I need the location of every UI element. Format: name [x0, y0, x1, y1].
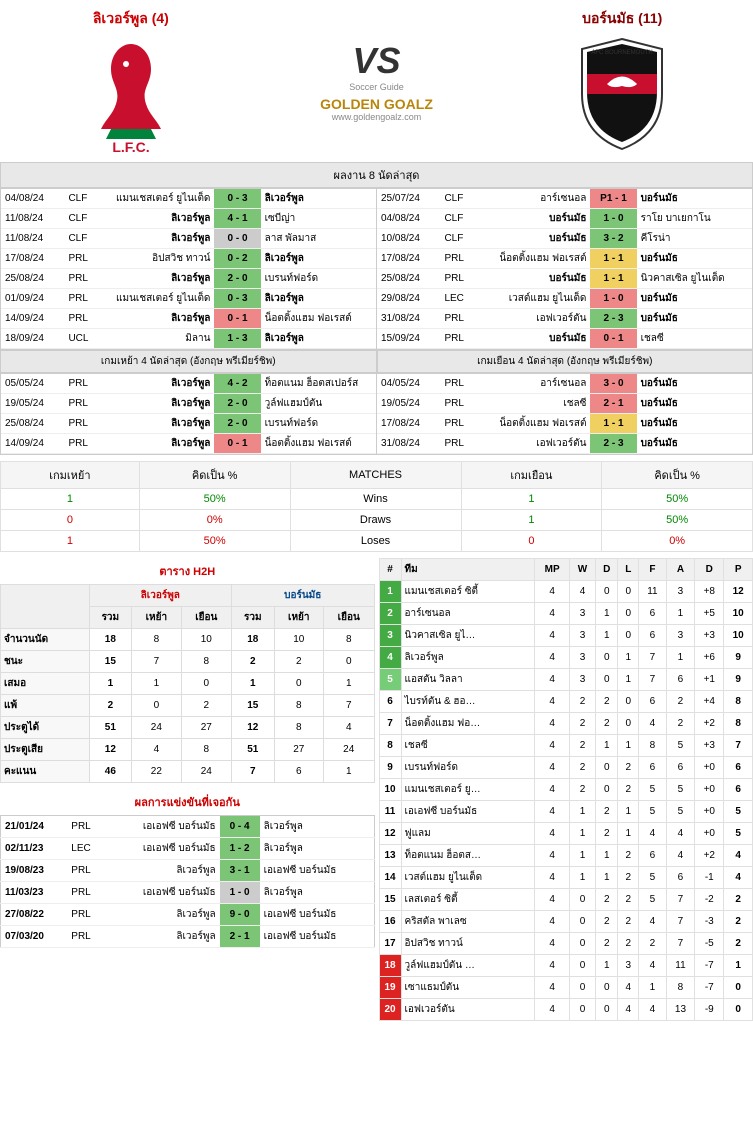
- last8-away-table: 25/07/24CLFอาร์เซนอลP1 - 1บอร์นมัธ04/08/…: [377, 189, 752, 349]
- home-team-logo: L.F.C.: [81, 34, 181, 154]
- result-row: 29/08/24LECเวสต์แฮม ยูไนเต็ด1 - 0บอร์นมั…: [377, 289, 752, 309]
- result-row: 01/09/24PRLแมนเชสเตอร์ ยูไนเต็ด0 - 3ลิเว…: [1, 289, 376, 309]
- result-row: 10/08/24CLFบอร์นมัธ3 - 2คีโรน่า: [377, 229, 752, 249]
- result-row: 04/08/24CLFบอร์นมัธ1 - 0ราโย บาเยกาโน: [377, 209, 752, 229]
- home4-title: เกมเหย้า 4 นัดล่าสุด (อังกฤษ พรีเมียร์ชิ…: [0, 350, 377, 373]
- away-team-logo: AFC BOURNEMOUTH: [572, 34, 672, 154]
- result-row: 14/09/24PRLลิเวอร์พูล0 - 1น็อตติ้งแฮม ฟอ…: [1, 434, 376, 454]
- result-row: 25/08/24PRLลิเวอร์พูล2 - 0เบรนท์ฟอร์ด: [1, 269, 376, 289]
- result-row: 19/05/24PRLลิเวอร์พูล2 - 0วูล์ฟแฮมป์ตัน: [1, 394, 376, 414]
- away-team-block: บอร์นมัธ (11) AFC BOURNEMOUTH: [499, 8, 745, 154]
- last8-wrap: 04/08/24CLFแมนเชสเตอร์ ยูไนเต็ด0 - 3ลิเว…: [0, 188, 753, 350]
- result-row: 19/05/24PRLเชลซี2 - 1บอร์นมัธ: [377, 394, 752, 414]
- svg-text:AFC BOURNEMOUTH: AFC BOURNEMOUTH: [592, 50, 653, 56]
- svg-text:L.F.C.: L.F.C.: [112, 139, 149, 154]
- h2h-title: ตาราง H2H: [0, 558, 375, 584]
- site-url: www.goldengoalz.com: [254, 112, 500, 122]
- result-row: 25/07/24CLFอาร์เซนอลP1 - 1บอร์นมัธ: [377, 189, 752, 209]
- home-team-block: ลิเวอร์พูล (4) L.F.C.: [8, 8, 254, 154]
- center-vs-block: VS Soccer Guide GOLDEN GOALZ www.goldeng…: [254, 40, 500, 122]
- site-sub: Soccer Guide: [254, 82, 500, 92]
- home-team-name: ลิเวอร์พูล (4): [8, 8, 254, 30]
- right-column: #ทีมMPWDLFADP1แมนเชสเตอร์ ซิตี้4400113+8…: [379, 558, 753, 1021]
- result-row: 14/09/24PRLลิเวอร์พูล0 - 1น็อตติ้งแฮม ฟอ…: [1, 309, 376, 329]
- result-row: 31/08/24PRLเอฟเวอร์ตัน2 - 3บอร์นมัธ: [377, 434, 752, 454]
- h2h-table: ลิเวอร์พูลบอร์นมัธรวมเหย้าเยือนรวมเหย้าเ…: [0, 584, 375, 783]
- result-row: 17/08/24PRLน็อตติ้งแฮม ฟอเรสต์1 - 1บอร์น…: [377, 414, 752, 434]
- away4-table: 04/05/24PRLอาร์เซนอล3 - 0บอร์นมัธ19/05/2…: [377, 374, 752, 454]
- away4-title: เกมเยือน 4 นัดล่าสุด (อังกฤษ พรีเมียร์ชิ…: [377, 350, 753, 373]
- result-row: 04/08/24CLFแมนเชสเตอร์ ยูไนเต็ด0 - 3ลิเว…: [1, 189, 376, 209]
- last4-titles: เกมเหย้า 4 นัดล่าสุด (อังกฤษ พรีเมียร์ชิ…: [0, 350, 753, 373]
- result-row: 04/05/24PRLอาร์เซนอล3 - 0บอร์นมัธ: [377, 374, 752, 394]
- encounters-table: 21/01/24PRLเอเอฟซี บอร์นมัธ0 - 4ลิเวอร์พ…: [0, 815, 375, 948]
- result-row: 05/05/24PRLลิเวอร์พูล4 - 2ท็อตแนม ฮ็อตสเ…: [1, 374, 376, 394]
- last4-wrap: 05/05/24PRLลิเวอร์พูล4 - 2ท็อตแนม ฮ็อตสเ…: [0, 373, 753, 455]
- result-row: 15/09/24PRLบอร์นมัธ0 - 1เชลซี: [377, 329, 752, 349]
- home4-table: 05/05/24PRLลิเวอร์พูล4 - 2ท็อตแนม ฮ็อตสเ…: [1, 374, 376, 454]
- left-column: ตาราง H2H ลิเวอร์พูลบอร์นมัธรวมเหย้าเยือ…: [0, 558, 375, 1021]
- summary-table: เกมเหย้าคิดเป็น %MATCHESเกมเยือนคิดเป็น …: [0, 461, 753, 552]
- result-row: 11/08/24CLFลิเวอร์พูล0 - 0ลาส พัลมาส: [1, 229, 376, 249]
- result-row: 25/08/24PRLลิเวอร์พูล2 - 0เบรนท์ฟอร์ด: [1, 414, 376, 434]
- result-row: 11/08/24CLFลิเวอร์พูล4 - 1เซบีญ่า: [1, 209, 376, 229]
- vs-label: VS: [254, 40, 500, 82]
- site-logo: GOLDEN GOALZ: [254, 96, 500, 112]
- result-row: 18/09/24UCLมิลาน1 - 3ลิเวอร์พูล: [1, 329, 376, 349]
- bottom-wrap: ตาราง H2H ลิเวอร์พูลบอร์นมัธรวมเหย้าเยือ…: [0, 558, 753, 1021]
- match-header: ลิเวอร์พูล (4) L.F.C. VS Soccer Guide GO…: [0, 0, 753, 162]
- result-row: 31/08/24PRLเอฟเวอร์ตัน2 - 3บอร์นมัธ: [377, 309, 752, 329]
- section-last8-title: ผลงาน 8 นัดล่าสุด: [0, 162, 753, 188]
- result-row: 17/08/24PRLน็อตติ้งแฮม ฟอเรสต์1 - 1บอร์น…: [377, 249, 752, 269]
- standings-table: #ทีมMPWDLFADP1แมนเชสเตอร์ ซิตี้4400113+8…: [379, 558, 753, 1021]
- result-row: 25/08/24PRLบอร์นมัธ1 - 1นิวคาสเซิล ยูไนเ…: [377, 269, 752, 289]
- result-row: 17/08/24PRLอิปสวิช ทาวน์0 - 2ลิเวอร์พูล: [1, 249, 376, 269]
- last8-home-table: 04/08/24CLFแมนเชสเตอร์ ยูไนเต็ด0 - 3ลิเว…: [1, 189, 376, 349]
- encounters-title: ผลการแข่งขันที่เจอกัน: [0, 789, 375, 815]
- away-team-name: บอร์นมัธ (11): [499, 8, 745, 30]
